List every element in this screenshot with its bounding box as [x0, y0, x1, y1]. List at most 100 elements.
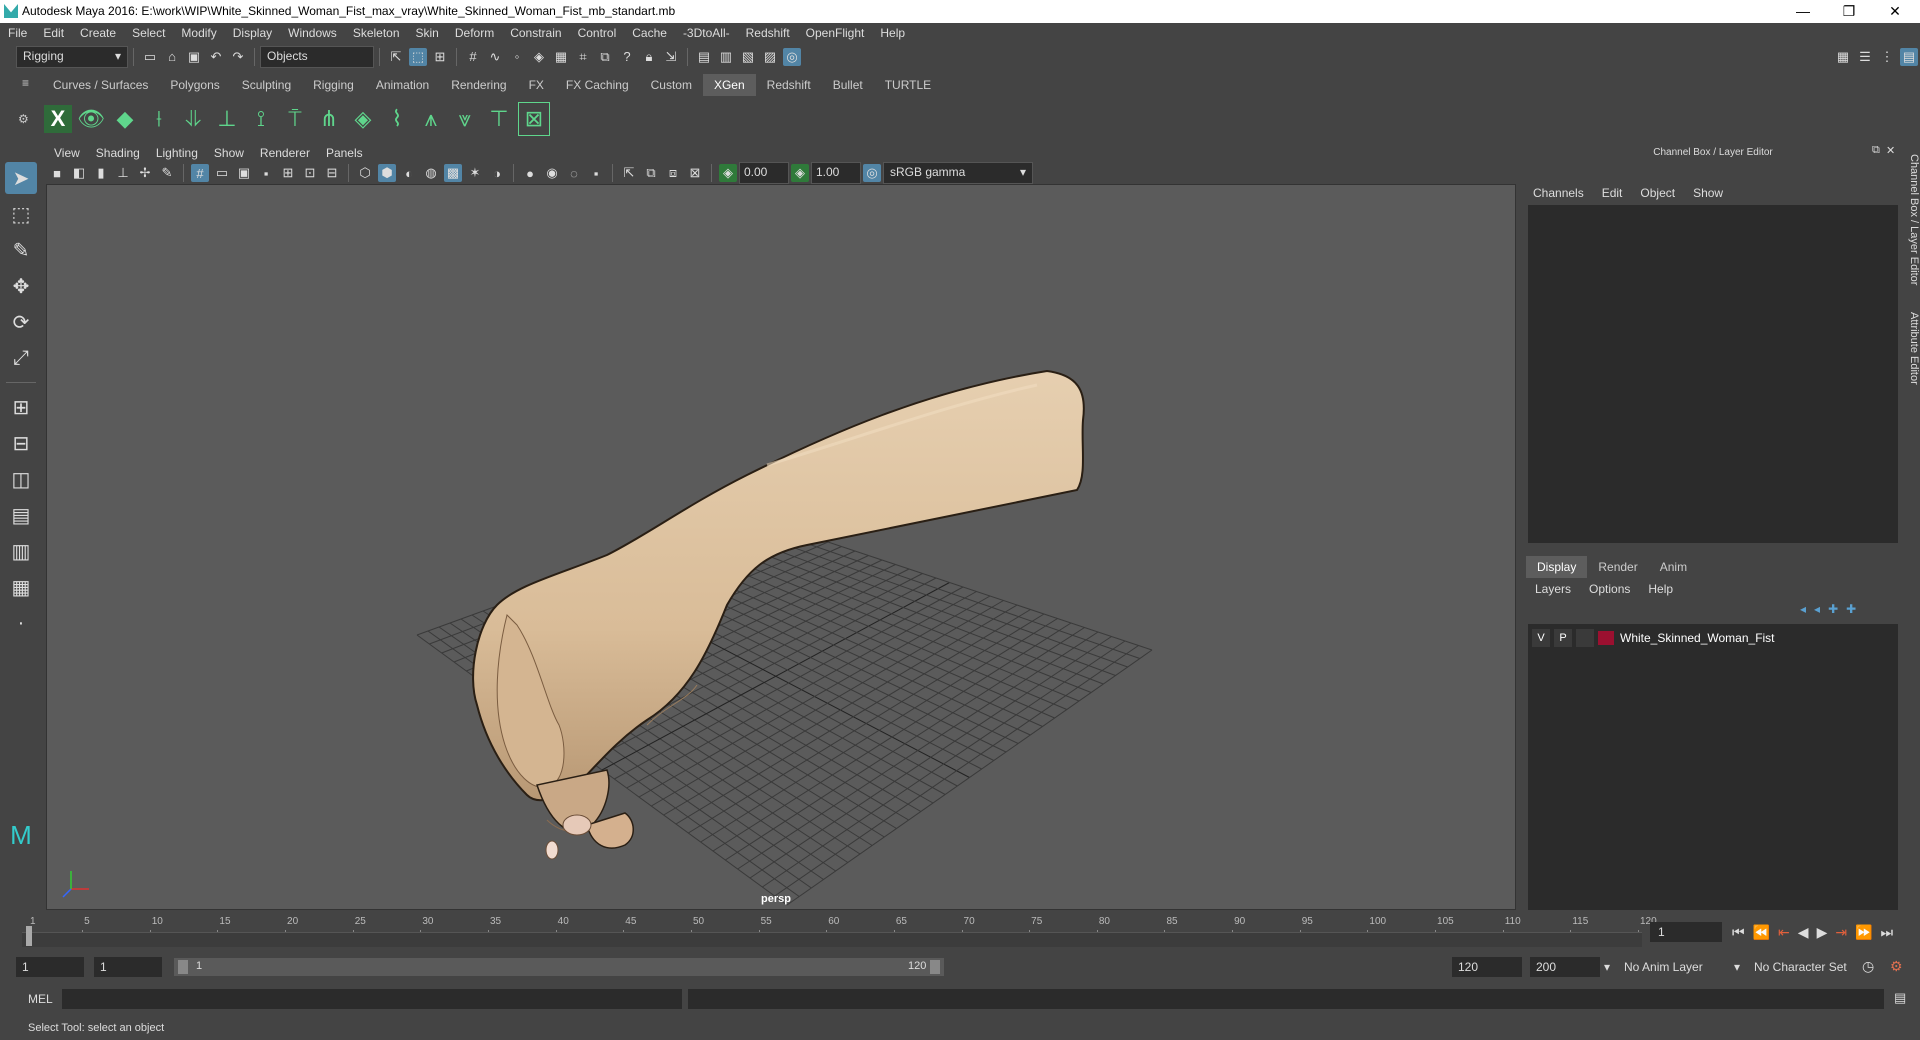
ipr-render-icon[interactable]: ▥: [717, 48, 735, 66]
rotate-icon[interactable]: ⟳: [5, 306, 37, 338]
tab-turtle[interactable]: TURTLE: [874, 74, 942, 96]
lasso-icon[interactable]: ⬚: [5, 198, 37, 230]
xgen-groom-icon[interactable]: ⊤: [484, 103, 514, 135]
minimize-button[interactable]: —: [1780, 0, 1826, 23]
view-transform-dropdown[interactable]: sRGB gamma ▾: [883, 162, 1033, 184]
symmetry-icon[interactable]: ⧉: [596, 48, 614, 66]
menu-file[interactable]: File: [0, 23, 35, 43]
gamma-icon[interactable]: ◈: [791, 164, 809, 182]
layer-playback-toggle[interactable]: P: [1554, 629, 1572, 647]
lock-icon[interactable]: 🔒︎: [640, 48, 658, 66]
select-object-icon[interactable]: ⬚: [409, 47, 427, 66]
render-frame-icon[interactable]: ▤: [695, 48, 713, 66]
tab-polygons[interactable]: Polygons: [159, 74, 230, 96]
safe-title-icon[interactable]: ⊟: [323, 164, 341, 182]
selection-mask-dropdown[interactable]: Objects: [260, 45, 374, 68]
depth-of-field-icon[interactable]: ▪: [587, 164, 605, 182]
menu-edit[interactable]: Edit: [35, 23, 72, 43]
arrow-icon[interactable]: ➤: [5, 162, 37, 194]
menu-create[interactable]: Create: [72, 23, 124, 43]
xgen-guides-icon[interactable]: ⋔: [314, 103, 344, 135]
modeling-toolkit-icon[interactable]: ▦: [1834, 48, 1852, 66]
step-back-frame-icon[interactable]: ⇤: [1778, 924, 1790, 941]
play-forwards-icon[interactable]: ▶: [1817, 924, 1828, 941]
viewport-menu-shading[interactable]: Shading: [88, 144, 148, 162]
film-gate-icon[interactable]: ▭: [213, 164, 231, 182]
menu-skeleton[interactable]: Skeleton: [345, 23, 408, 43]
shadows-icon[interactable]: ◑: [488, 164, 506, 182]
float-panel-icon[interactable]: ⧉: [1872, 144, 1880, 157]
color-management-icon[interactable]: ◎: [863, 164, 881, 182]
new-scene-icon[interactable]: ▭: [141, 48, 159, 66]
layer-menu-layers[interactable]: Layers: [1526, 582, 1580, 596]
input-ops-icon[interactable]: ⇲: [662, 48, 680, 66]
layer-row[interactable]: V P White_Skinned_Woman_Fist: [1532, 628, 1894, 648]
grease-pencil-icon[interactable]: ✎: [158, 164, 176, 182]
tab-display[interactable]: Display: [1526, 556, 1588, 578]
attribute-editor-toggle-icon[interactable]: ☰: [1856, 48, 1874, 66]
scale-icon[interactable]: ⤢: [5, 342, 37, 374]
viewport-menu-lighting[interactable]: Lighting: [148, 144, 206, 162]
xray-joints-icon[interactable]: ⧈: [664, 164, 682, 182]
xgen-lock-guide-icon[interactable]: ⍑: [280, 103, 310, 135]
persp-graph-layout-icon[interactable]: ▥: [5, 535, 37, 567]
menu-control[interactable]: Control: [570, 23, 625, 43]
perspective-viewport[interactable]: persp: [46, 184, 1516, 910]
tab-redshift[interactable]: Redshift: [756, 74, 822, 96]
lights-icon[interactable]: ✶: [466, 164, 484, 182]
resolution-gate-icon[interactable]: ▣: [235, 164, 253, 182]
gate-mask-icon[interactable]: ▪: [257, 164, 275, 182]
tab-xgen[interactable]: XGen: [702, 74, 756, 96]
field-chart-icon[interactable]: ⊞: [279, 164, 297, 182]
command-input[interactable]: [62, 989, 682, 1009]
arm-fist-model[interactable]: [472, 369, 1085, 860]
time-slider[interactable]: 1 5 10 15 20 25 30 35 40 45 50 55 60 65 70 75 80 85 90 95 10…: [22, 916, 1657, 947]
undo-icon[interactable]: ↶: [207, 48, 225, 66]
render-view-icon[interactable]: ◎: [783, 47, 801, 66]
render-settings-icon[interactable]: ▧: [739, 48, 757, 66]
animation-start-field[interactable]: 1: [16, 957, 84, 977]
snap-curve-icon[interactable]: ∿: [486, 48, 504, 66]
current-frame-field[interactable]: 1: [1650, 922, 1722, 942]
xgen-select-guide-icon[interactable]: ⥥: [178, 103, 208, 135]
history-icon[interactable]: ?: [618, 48, 636, 66]
four-view-layout-icon[interactable]: ⊟: [5, 427, 37, 459]
channel-box-menu-show[interactable]: Show: [1684, 186, 1732, 200]
select-component-icon[interactable]: ⊞: [431, 48, 449, 66]
anim-layer-dropdown[interactable]: No Anim Layer ▾: [1604, 957, 1738, 977]
menu-set-dropdown[interactable]: Rigging ▾: [16, 45, 128, 68]
menu-deform[interactable]: Deform: [447, 23, 502, 43]
playback-end-field[interactable]: 120: [1452, 957, 1522, 977]
menu-select[interactable]: Select: [124, 23, 173, 43]
snap-live-icon[interactable]: ⌗: [574, 48, 592, 66]
range-end-handle[interactable]: [930, 960, 940, 974]
character-set-dropdown[interactable]: No Character Set ▾: [1734, 957, 1874, 977]
restore-button[interactable]: ❐: [1826, 0, 1872, 23]
layer-color-swatch[interactable]: [1598, 631, 1614, 645]
antialiasing-icon[interactable]: ◌: [565, 164, 583, 182]
wireframe-on-shaded-icon[interactable]: ◍: [422, 164, 440, 182]
gamma-field[interactable]: 1.00: [811, 162, 861, 184]
side-tab-attribute-editor[interactable]: Attribute Editor: [1900, 312, 1920, 412]
xgen-grass-icon[interactable]: ⩔: [450, 103, 480, 135]
close-button[interactable]: ✕: [1872, 0, 1918, 23]
menu-help[interactable]: Help: [872, 23, 913, 43]
layer-type-toggle[interactable]: [1576, 629, 1594, 647]
auto-key-icon[interactable]: ◷: [1862, 958, 1874, 975]
menu-3dtoall[interactable]: -3DtoAll-: [675, 23, 738, 43]
range-slider[interactable]: 1 120: [174, 958, 944, 976]
redo-icon[interactable]: ↷: [229, 48, 247, 66]
camera-icon[interactable]: ■: [48, 164, 66, 182]
layer-menu-help[interactable]: Help: [1639, 582, 1682, 596]
side-by-side-layout-icon[interactable]: ◫: [5, 463, 37, 495]
xray-components-icon[interactable]: ⊠: [686, 164, 704, 182]
layer-menu-options[interactable]: Options: [1580, 582, 1639, 596]
shelf-menu-icon[interactable]: ≡: [22, 76, 34, 90]
snap-point-icon[interactable]: ◦: [508, 48, 526, 66]
side-tab-channel-box[interactable]: Channel Box / Layer Editor: [1900, 154, 1920, 304]
playback-start-field[interactable]: 1: [94, 957, 162, 977]
step-forward-frame-icon[interactable]: ⇥: [1835, 924, 1847, 941]
xgen-comb-icon[interactable]: ⊠: [518, 102, 550, 136]
viewport-menu-view[interactable]: View: [46, 144, 88, 162]
tab-anim[interactable]: Anim: [1649, 556, 1698, 578]
